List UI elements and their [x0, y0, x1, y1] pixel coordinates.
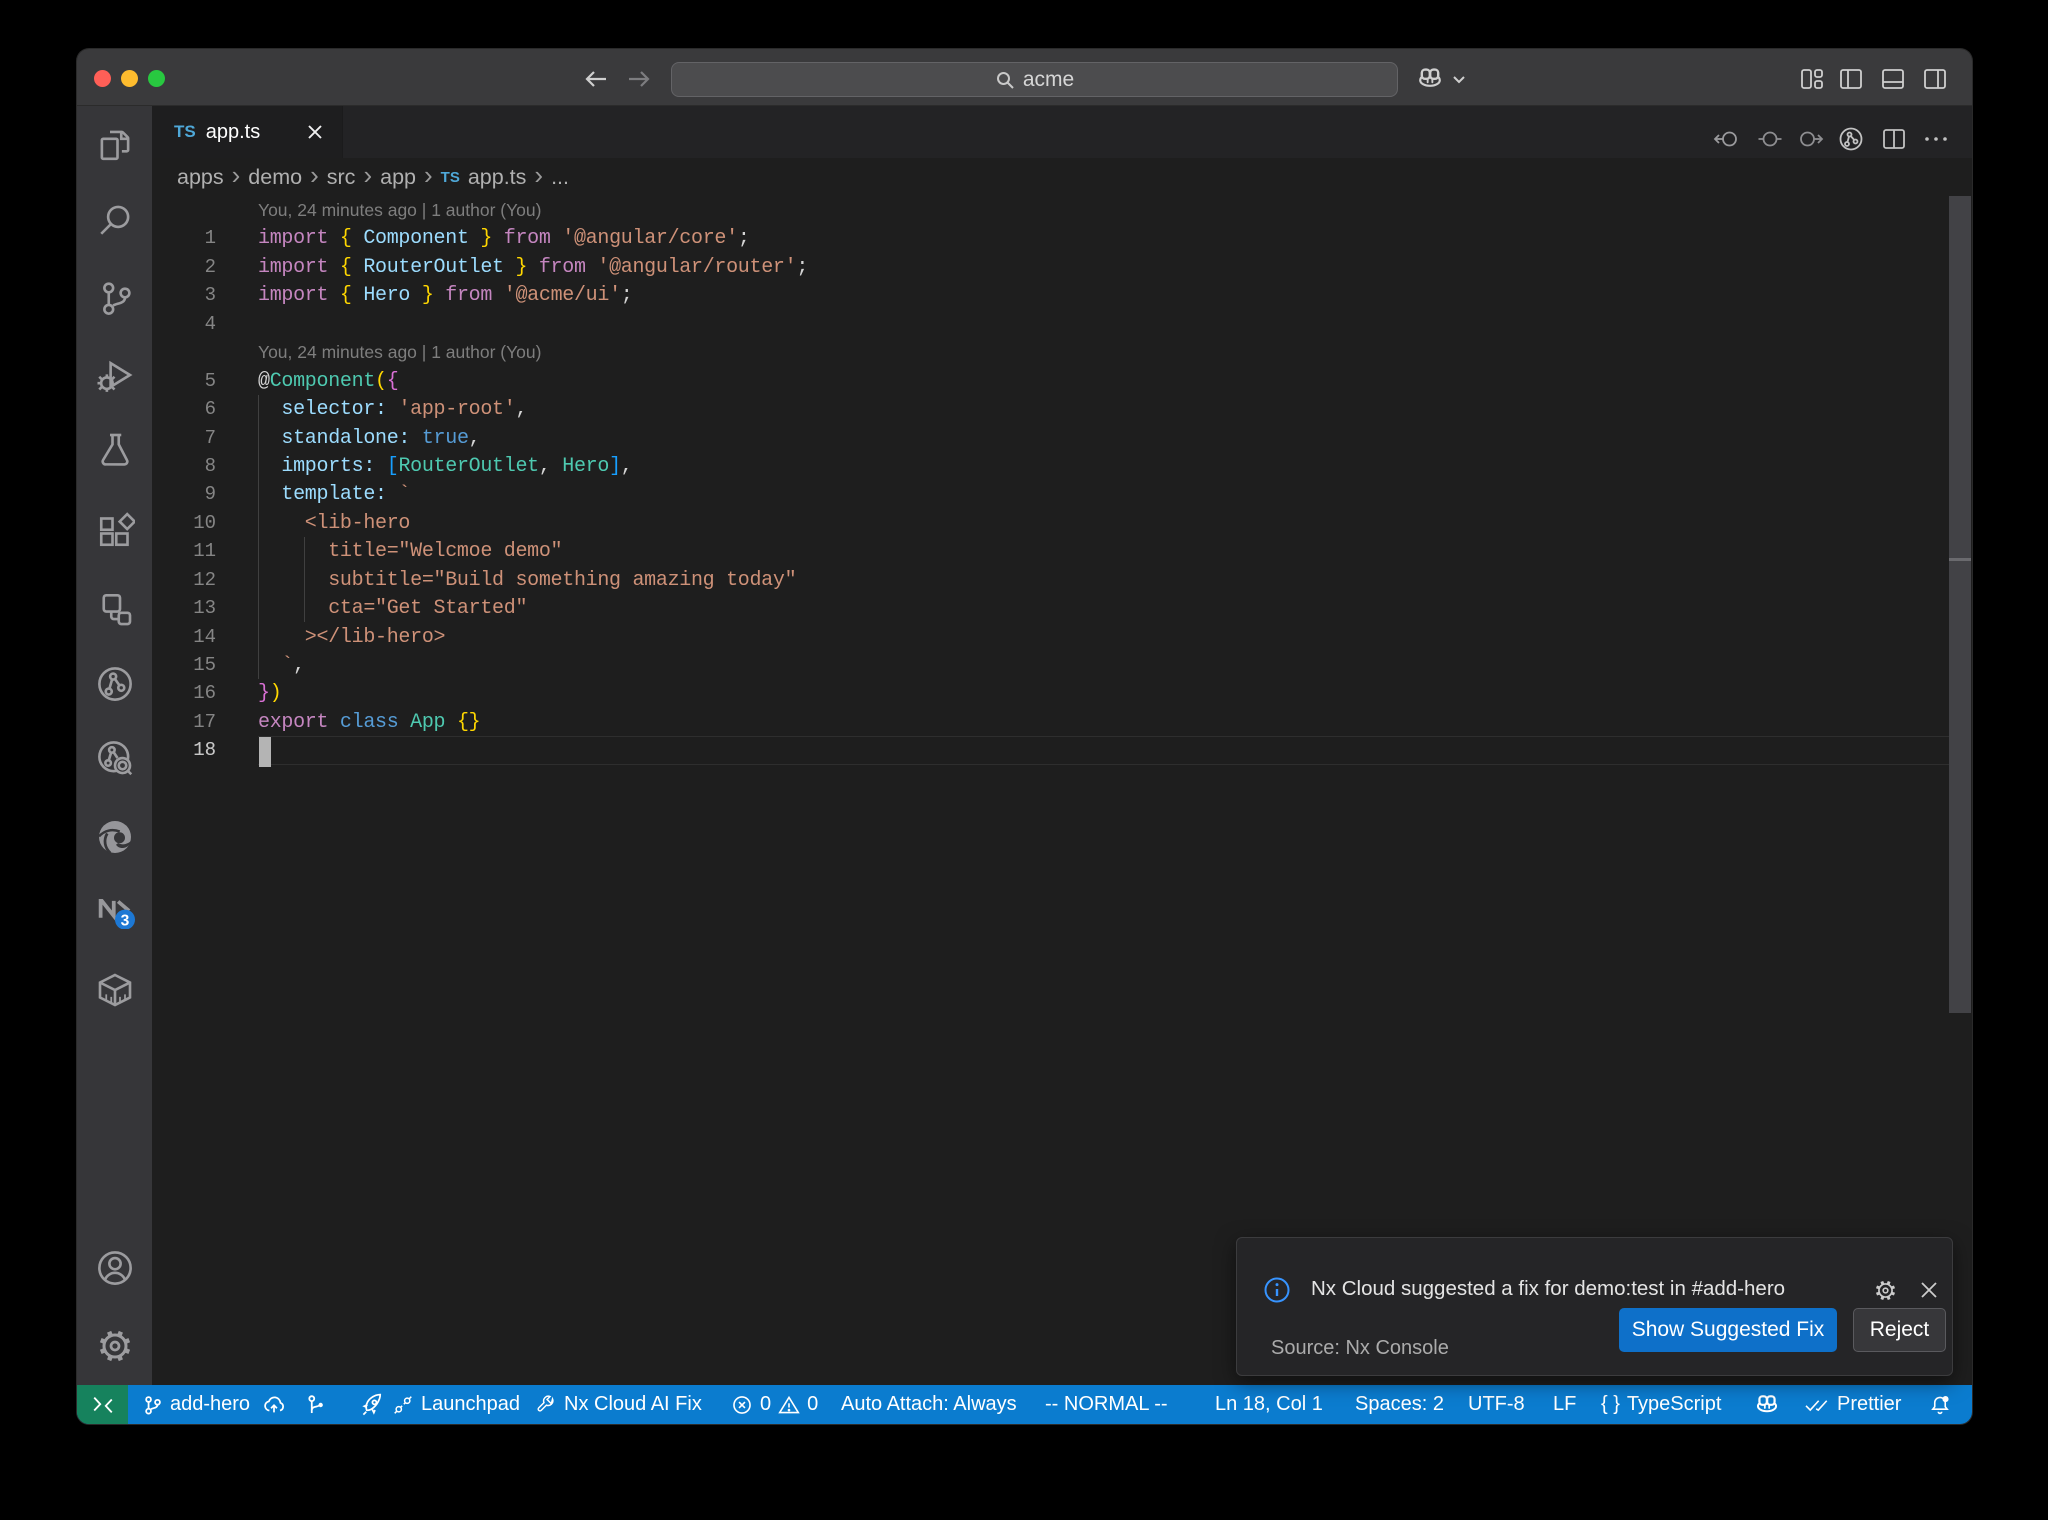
svg-text:3: 3: [120, 912, 129, 929]
